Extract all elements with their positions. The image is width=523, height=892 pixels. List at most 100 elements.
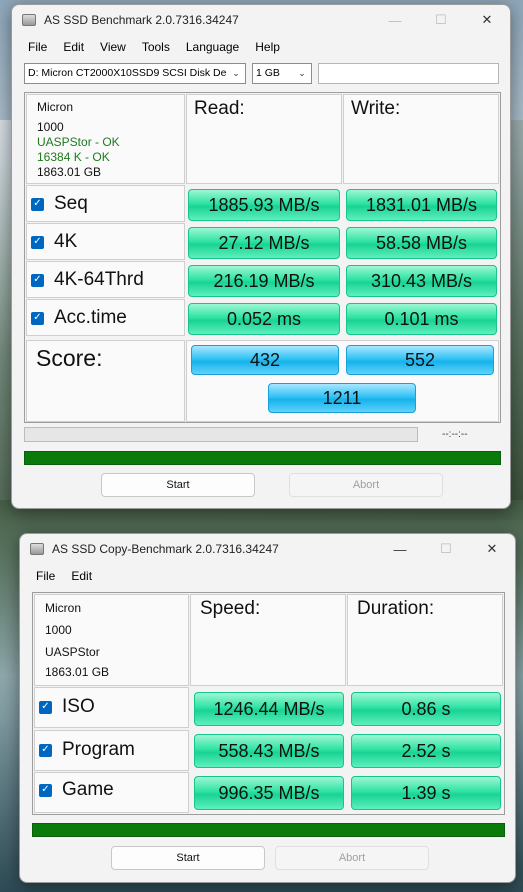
row-program: ✓ Program bbox=[34, 730, 189, 771]
row-acc-time-checkbox[interactable]: ✓ Acc.time bbox=[31, 307, 127, 329]
write-column-header: Write: bbox=[343, 94, 499, 184]
speed-label: Speed: bbox=[200, 598, 261, 619]
row-seq-checkbox[interactable]: ✓ Seq bbox=[31, 193, 88, 215]
program-duration-value: 2.52 s bbox=[351, 734, 501, 768]
score-label-cell: Score: bbox=[26, 340, 185, 422]
acc-time-read-value: 0.052 ms bbox=[188, 303, 340, 335]
write-label: Write: bbox=[351, 98, 401, 119]
drive-capacity: 1863.01 GB bbox=[37, 165, 102, 179]
menu-file[interactable]: File bbox=[20, 40, 55, 54]
drive-capacity: 1863.01 GB bbox=[45, 665, 110, 679]
driver-name: UASPStor bbox=[45, 645, 100, 659]
menu-tools[interactable]: Tools bbox=[134, 40, 178, 54]
maximize-icon[interactable]: ☐ bbox=[423, 534, 469, 564]
drive-info-panel: Micron 1000 UASPStor - OK 16384 K - OK 1… bbox=[26, 94, 185, 184]
menu-help[interactable]: Help bbox=[247, 40, 288, 54]
menu-view[interactable]: View bbox=[92, 40, 134, 54]
driver-status: UASPStor - OK bbox=[37, 135, 120, 149]
row-game: ✓ Game bbox=[34, 772, 189, 813]
copy-benchmark-window: AS SSD Copy-Benchmark 2.0.7316.34247 — ☐… bbox=[19, 533, 516, 883]
score-write: 552 bbox=[346, 345, 494, 375]
copy-abort-button[interactable]: Abort bbox=[275, 846, 429, 870]
iso-duration-value: 0.86 s bbox=[351, 692, 501, 726]
score-total: 1211 bbox=[268, 383, 416, 413]
benchmark-titlebar[interactable]: AS SSD Benchmark 2.0.7316.34247 — ☐ ✕ bbox=[12, 5, 510, 35]
row-iso-label: ISO bbox=[62, 696, 95, 717]
row-program-checkbox[interactable]: ✓ Program bbox=[39, 739, 135, 761]
row-acc-time: ✓ Acc.time bbox=[26, 299, 185, 336]
minimize-icon[interactable]: — bbox=[377, 534, 423, 564]
read-label: Read: bbox=[194, 98, 245, 119]
checkmark-icon: ✓ bbox=[31, 273, 44, 287]
4k-64thrd-write-value: 310.43 MB/s bbox=[346, 265, 497, 297]
seq-read-value: 1885.93 MB/s bbox=[188, 189, 340, 221]
row-4k-label: 4K bbox=[54, 231, 78, 252]
test-size-value: 1 GB bbox=[256, 67, 280, 79]
benchmark-menubar: File Edit View Tools Language Help bbox=[12, 35, 510, 59]
abort-button[interactable]: Abort bbox=[289, 473, 443, 497]
benchmark-window: AS SSD Benchmark 2.0.7316.34247 — ☐ ✕ Fi… bbox=[11, 4, 511, 509]
row-iso-checkbox[interactable]: ✓ ISO bbox=[39, 696, 95, 718]
row-game-checkbox[interactable]: ✓ Game bbox=[39, 779, 114, 801]
row-4k-64thrd: ✓ 4K-64Thrd bbox=[26, 261, 185, 298]
program-speed-value: 558.43 MB/s bbox=[194, 734, 344, 768]
chevron-down-icon: ⌄ bbox=[229, 63, 243, 83]
4k-64thrd-read-value: 216.19 MB/s bbox=[188, 265, 340, 297]
iso-speed-value: 1246.44 MB/s bbox=[194, 692, 344, 726]
read-column-header: Read: bbox=[186, 94, 342, 184]
alignment-status: 16384 K - OK bbox=[37, 150, 110, 164]
chevron-down-icon: ⌄ bbox=[295, 63, 309, 83]
drive-info-textbox[interactable] bbox=[318, 62, 499, 84]
copy-start-button[interactable]: Start bbox=[111, 846, 265, 870]
drive-app-icon bbox=[22, 14, 36, 26]
drive-select-value: D: Micron CT2000X10SSD9 SCSI Disk De bbox=[28, 67, 227, 79]
checkmark-icon: ✓ bbox=[31, 235, 44, 249]
row-4k-checkbox[interactable]: ✓ 4K bbox=[31, 231, 77, 253]
benchmark-window-title: AS SSD Benchmark 2.0.7316.34247 bbox=[44, 13, 239, 27]
drive-select[interactable]: D: Micron CT2000X10SSD9 SCSI Disk De ⌄ bbox=[24, 62, 246, 84]
seq-write-value: 1831.01 MB/s bbox=[346, 189, 497, 221]
maximize-icon[interactable]: ☐ bbox=[418, 5, 464, 35]
drive-firmware: 1000 bbox=[45, 623, 72, 637]
copy-results-grid: Micron 1000 UASPStor 1863.01 GB Speed: D… bbox=[32, 592, 505, 815]
duration-column-header: Duration: bbox=[347, 594, 503, 686]
elapsed-timer: --:--:-- bbox=[442, 429, 468, 440]
drive-vendor: Micron bbox=[37, 100, 74, 114]
row-seq-label: Seq bbox=[54, 193, 88, 214]
row-seq: ✓ Seq bbox=[26, 185, 185, 222]
task-progress-bar bbox=[24, 427, 418, 442]
test-size-select[interactable]: 1 GB ⌄ bbox=[252, 62, 312, 84]
score-label: Score: bbox=[36, 345, 103, 371]
row-game-label: Game bbox=[62, 779, 114, 800]
total-progress-bar bbox=[24, 451, 501, 465]
minimize-icon[interactable]: — bbox=[372, 5, 418, 35]
duration-label: Duration: bbox=[357, 598, 435, 619]
copy-drive-info-panel: Micron 1000 UASPStor 1863.01 GB bbox=[34, 594, 189, 686]
speed-column-header: Speed: bbox=[190, 594, 346, 686]
checkmark-icon: ✓ bbox=[39, 700, 52, 714]
checkmark-icon: ✓ bbox=[31, 197, 44, 211]
close-icon[interactable]: ✕ bbox=[464, 5, 510, 35]
acc-time-write-value: 0.101 ms bbox=[346, 303, 497, 335]
score-read: 432 bbox=[191, 345, 339, 375]
4k-write-value: 58.58 MB/s bbox=[346, 227, 497, 259]
game-speed-value: 996.35 MB/s bbox=[194, 776, 344, 810]
copy-progress-bar bbox=[32, 823, 505, 837]
row-4k-64thrd-checkbox[interactable]: ✓ 4K-64Thrd bbox=[31, 269, 144, 291]
close-icon[interactable]: ✕ bbox=[469, 534, 515, 564]
checkmark-icon: ✓ bbox=[39, 743, 52, 757]
copy-menubar: File Edit bbox=[20, 564, 515, 588]
copy-titlebar[interactable]: AS SSD Copy-Benchmark 2.0.7316.34247 — ☐… bbox=[20, 534, 515, 564]
menu-edit[interactable]: Edit bbox=[55, 40, 92, 54]
start-button[interactable]: Start bbox=[101, 473, 255, 497]
4k-read-value: 27.12 MB/s bbox=[188, 227, 340, 259]
row-acc-time-label: Acc.time bbox=[54, 307, 127, 328]
menu-edit[interactable]: Edit bbox=[63, 569, 100, 583]
drive-app-icon bbox=[30, 543, 44, 555]
row-program-label: Program bbox=[62, 739, 135, 760]
menu-language[interactable]: Language bbox=[178, 40, 247, 54]
row-iso: ✓ ISO bbox=[34, 687, 189, 728]
menu-file[interactable]: File bbox=[28, 569, 63, 583]
benchmark-toolbar: D: Micron CT2000X10SSD9 SCSI Disk De ⌄ 1… bbox=[12, 59, 510, 87]
row-4k-64thrd-label: 4K-64Thrd bbox=[54, 269, 144, 290]
